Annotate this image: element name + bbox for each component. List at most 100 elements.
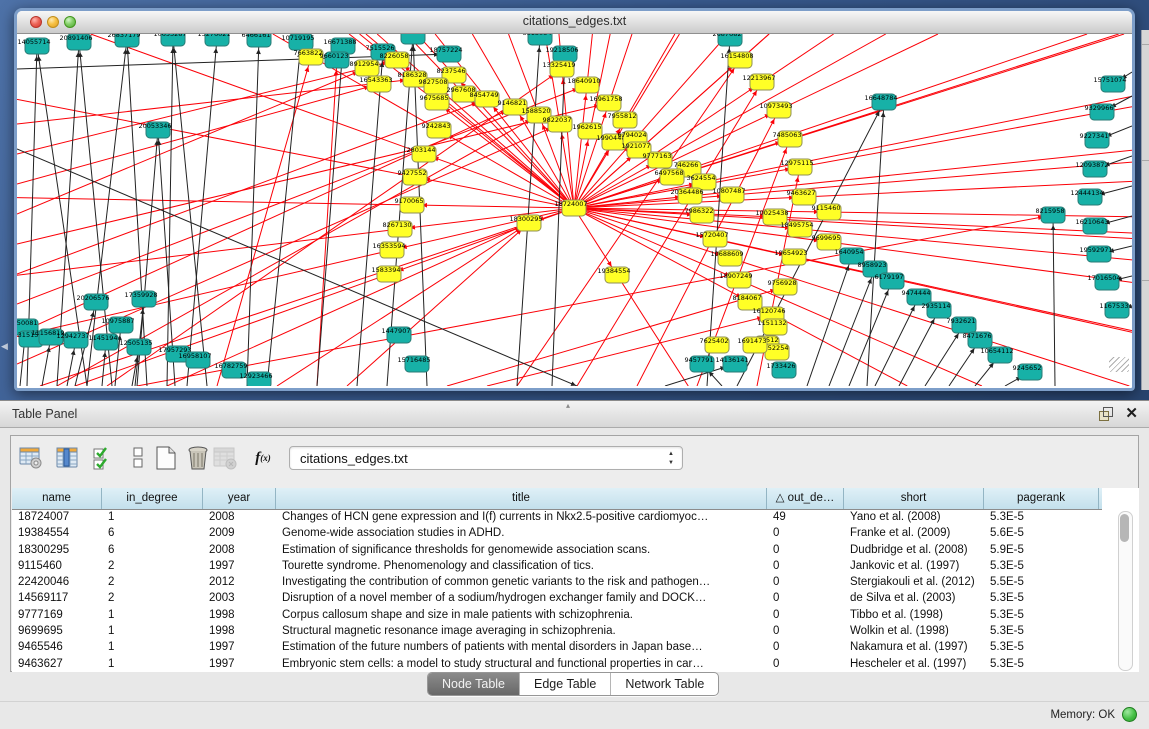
graph-node-label: 10653287 bbox=[153, 34, 186, 38]
table-cell: Yano et al. (2008) bbox=[844, 509, 984, 525]
table-cell: Jankovic et al. (1997) bbox=[844, 558, 984, 574]
graph-node-label: 9474444 bbox=[902, 289, 931, 297]
table-cell: 1 bbox=[102, 656, 203, 672]
table-row[interactable]: 969969511998Structural magnetic resonanc… bbox=[12, 623, 1102, 639]
node-table: namein_degreeyeartitle△ out_de…shortpage… bbox=[12, 488, 1139, 672]
function-builder-icon[interactable]: f(x) bbox=[251, 445, 275, 471]
collapse-panel-icon[interactable]: ◀ bbox=[1, 341, 8, 352]
graph-node-label: 12942737 bbox=[56, 332, 89, 340]
graph-node-label: 7515526 bbox=[366, 44, 395, 52]
delete-table-icon bbox=[213, 445, 237, 471]
graph-edge bbox=[849, 281, 892, 386]
graph-node-label: 9660123 bbox=[320, 52, 349, 60]
column-header-short[interactable]: short bbox=[844, 488, 984, 509]
table-selector-dropdown[interactable]: citations_edges.txt ▲▼ bbox=[289, 446, 683, 470]
column-header-out_de[interactable]: △ out_de… bbox=[767, 488, 844, 509]
edge-arrow-icon bbox=[537, 47, 542, 52]
graph-edge bbox=[107, 69, 562, 386]
graph-node-label: 2935114 bbox=[922, 302, 951, 310]
window-resize-grip[interactable] bbox=[1109, 357, 1129, 372]
table-cell: 5.3E-5 bbox=[984, 656, 1099, 672]
table-row[interactable]: 946554611997Estimation of the future num… bbox=[12, 639, 1102, 655]
graph-node-label: 746266 bbox=[674, 161, 699, 169]
graph-edge bbox=[1053, 215, 1055, 386]
delete-column-icon[interactable] bbox=[186, 445, 210, 471]
graph-node-label: 10025438 bbox=[755, 209, 788, 217]
graph-node-label: 19592971 bbox=[1079, 246, 1112, 254]
column-header-pagerank[interactable]: pagerank bbox=[984, 488, 1099, 509]
graph-node-label: 16353594 bbox=[372, 242, 405, 250]
graph-node-label: 10654112 bbox=[980, 347, 1013, 355]
column-header-year[interactable]: year bbox=[203, 488, 276, 509]
scrollbar-thumb[interactable] bbox=[1120, 514, 1129, 542]
graph-node-label: 17016504 bbox=[1087, 274, 1120, 282]
edge-arrow-icon bbox=[71, 350, 76, 355]
network-graph[interactable]: 1405571420891406268371791065328715276021… bbox=[17, 34, 1132, 386]
graph-node-label: 9146821 bbox=[498, 99, 527, 107]
table-row[interactable]: 911546021997Tourette syndrome. Phenomeno… bbox=[12, 558, 1102, 574]
network-canvas[interactable]: 1405571420891406268371791065328715276021… bbox=[17, 34, 1132, 386]
close-panel-icon[interactable]: ✕ bbox=[1125, 404, 1138, 422]
table-cell: de Silva et al. (2003) bbox=[844, 590, 984, 606]
show-column-icon[interactable] bbox=[56, 445, 80, 471]
table-row[interactable]: 1938455462009Genome-wide association stu… bbox=[12, 525, 1102, 541]
table-cell: 1 bbox=[102, 509, 203, 525]
graph-node-label: 7485063 bbox=[773, 131, 802, 139]
graph-node-label: 16154808 bbox=[720, 52, 753, 60]
column-header-name[interactable]: name bbox=[12, 488, 102, 509]
edge-arrow-icon bbox=[954, 333, 959, 339]
panel-splitter-grip[interactable]: ▴ bbox=[566, 401, 570, 410]
graph-node-label: 10975887 bbox=[101, 317, 134, 325]
unselect-all-columns-icon[interactable] bbox=[126, 445, 150, 471]
graph-node-label: 9463627 bbox=[787, 189, 816, 197]
table-row[interactable]: 1872400712008Changes of HCN gene express… bbox=[12, 509, 1102, 525]
graph-node-label: 9242843 bbox=[422, 122, 451, 130]
table-settings-icon[interactable] bbox=[19, 445, 43, 471]
table-cell: 5.3E-5 bbox=[984, 509, 1099, 525]
tab-node-table[interactable]: Node Table bbox=[428, 673, 519, 695]
graph-node-label: 16120746 bbox=[752, 307, 785, 315]
network-window[interactable]: citations_edges.txt 14055714208914062683… bbox=[14, 8, 1135, 391]
graph-edge bbox=[574, 34, 610, 208]
table-cell: 9465546 bbox=[12, 639, 102, 655]
table-cell: Hescheler et al. (1997) bbox=[844, 656, 984, 672]
vertical-scrollbar[interactable] bbox=[1118, 511, 1133, 671]
table-cell: 0 bbox=[767, 623, 844, 639]
new-column-icon[interactable] bbox=[154, 445, 178, 471]
graph-node-label: 15751074 bbox=[1093, 76, 1126, 84]
column-header-in_degree[interactable]: in_degree bbox=[102, 488, 203, 509]
table-cell: 5.3E-5 bbox=[984, 558, 1099, 574]
table-cell: Genome-wide association studies in ADHD. bbox=[276, 525, 767, 541]
graph-edge bbox=[574, 208, 1132, 332]
tab-network-table[interactable]: Network Table bbox=[610, 673, 718, 695]
table-cell: 22420046 bbox=[12, 574, 102, 590]
table-row[interactable]: 946362711997Embryonic stem cells: a mode… bbox=[12, 656, 1102, 672]
table-panel-title: Table Panel bbox=[12, 407, 77, 421]
table-cell: Corpus callosum shape and size in male p… bbox=[276, 607, 767, 623]
table-panel-header[interactable]: ▴ Table Panel ✕ bbox=[0, 401, 1149, 428]
table-row[interactable]: 1830029562008Estimation of significance … bbox=[12, 542, 1102, 558]
network-window-titlebar[interactable]: citations_edges.txt bbox=[17, 11, 1132, 34]
graph-node-label: 18907249 bbox=[719, 272, 752, 280]
graph-edge bbox=[40, 208, 574, 386]
network-desktop: ◀ citations_edges.txt 140557142089140626… bbox=[0, 0, 1149, 400]
table-cell: 5.5E-5 bbox=[984, 574, 1099, 590]
column-header-title[interactable]: title bbox=[276, 488, 767, 509]
tab-edge-table[interactable]: Edge Table bbox=[519, 673, 610, 695]
float-panel-icon[interactable] bbox=[1099, 407, 1113, 421]
table-cell: 1 bbox=[102, 623, 203, 639]
table-cell: 6 bbox=[102, 542, 203, 558]
graph-node-label: 9427552 bbox=[398, 169, 427, 177]
memory-ok-icon[interactable] bbox=[1122, 707, 1137, 722]
graph-node-label: 9245652 bbox=[1013, 364, 1042, 372]
table-cell: 0 bbox=[767, 542, 844, 558]
table-cell: 1997 bbox=[203, 656, 276, 672]
table-row[interactable]: 1456911722003Disruption of a novel membe… bbox=[12, 590, 1102, 606]
table-row[interactable]: 977716911998Corpus callosum shape and si… bbox=[12, 607, 1102, 623]
select-all-columns-icon[interactable] bbox=[91, 445, 115, 471]
table-cell: 5.3E-5 bbox=[984, 623, 1099, 639]
graph-node-label: 16671388 bbox=[323, 38, 356, 46]
table-row[interactable]: 2242004622012Investigating the contribut… bbox=[12, 574, 1102, 590]
table-cell: 14569117 bbox=[12, 590, 102, 606]
table-cell: 0 bbox=[767, 525, 844, 541]
